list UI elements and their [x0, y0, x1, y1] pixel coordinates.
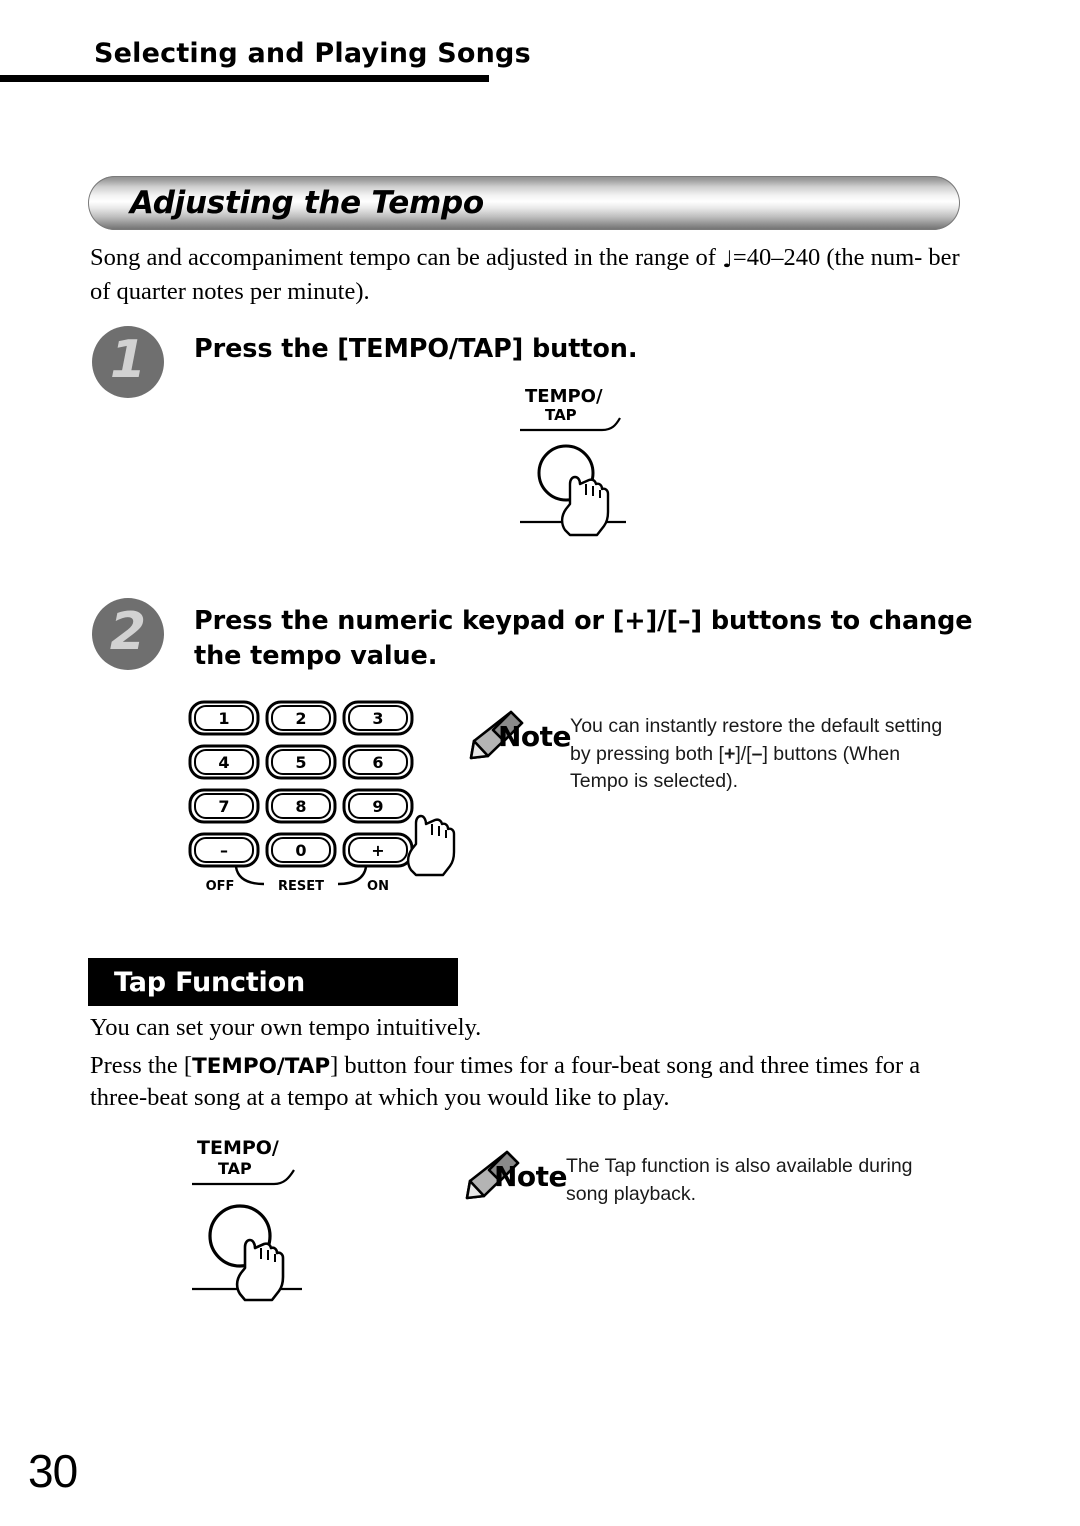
- keypad-key-7[interactable]: 7: [188, 788, 260, 824]
- tap-function-bar: Tap Function: [88, 958, 458, 1006]
- note-mark-2: Note: [462, 1150, 568, 1202]
- keypad-label-off: OFF: [206, 879, 235, 894]
- keypad-label-on: ON: [367, 879, 389, 894]
- tempo-label-line2: TAP: [545, 406, 577, 424]
- note-word-1: Note: [498, 720, 572, 753]
- page-number: 30: [28, 1445, 78, 1497]
- note-1-minus: –: [751, 742, 763, 765]
- tap-p2-part-b: ] button four times for a four-beat song…: [330, 1052, 921, 1079]
- note-2-line-2: playback.: [613, 1182, 697, 1205]
- tap-p2-line-2: three-beat song at a tempo at which you …: [90, 1084, 670, 1111]
- keypad-key-3[interactable]: 3: [342, 700, 414, 736]
- keypad-key-minus[interactable]: –: [188, 832, 260, 868]
- keypad-key-1[interactable]: 1: [188, 700, 260, 736]
- tempo-tap-panel-drawing: TEMPO/ TAP: [192, 1137, 302, 1302]
- keypad-key-6-label: 6: [372, 753, 383, 772]
- step-2: 2 Press the numeric keypad or [+]/[–] bu…: [92, 598, 973, 688]
- keypad-key-5-label: 5: [295, 753, 306, 772]
- intro-paragraph: Song and accompaniment tempo can be adju…: [90, 242, 960, 307]
- keypad-key-2-label: 2: [295, 709, 306, 728]
- tempo-label-line2: TAP: [218, 1159, 252, 1178]
- note-body-1: You can instantly restore the default se…: [570, 710, 962, 796]
- intro-text-part-1: Song and accompaniment tempo can be adju…: [90, 244, 723, 271]
- section-banner: Adjusting the Tempo: [88, 176, 960, 230]
- keypad-key-plus-label: +: [371, 841, 384, 860]
- note-1-line-2-b: ]/[: [735, 742, 752, 765]
- note-callout-1: Note You can instantly restore the defau…: [466, 710, 962, 796]
- step-1-number: 1: [109, 330, 147, 390]
- tempo-tap-panel-drawing: TEMPO/ TAP: [520, 386, 626, 537]
- quarter-note-icon: ♩: [722, 247, 733, 273]
- keypad-key-5[interactable]: 5: [265, 744, 337, 780]
- tap-p2-part-a: Press the [: [90, 1052, 193, 1079]
- keypad-key-minus-label: –: [220, 841, 228, 860]
- keypad-key-plus[interactable]: +: [342, 832, 414, 868]
- running-header: Selecting and Playing Songs: [0, 38, 531, 82]
- header-rule: [0, 75, 489, 82]
- numeric-keypad-illustration: 1 2 3 4 5 6 7 8 9 – 0 + OFF RESET ON: [186, 698, 456, 898]
- keypad-key-4[interactable]: 4: [188, 744, 260, 780]
- keypad-key-0[interactable]: 0: [265, 832, 337, 868]
- tempo-label-line1: TEMPO/: [525, 386, 603, 407]
- note-1-plus: +: [723, 742, 736, 765]
- keypad-drawing: 1 2 3 4 5 6 7 8 9 – 0 + OFF RESET ON: [188, 700, 456, 894]
- tempo-label-line1: TEMPO/: [197, 1137, 279, 1159]
- keypad-key-6[interactable]: 6: [342, 744, 414, 780]
- step-1-badge: 1: [92, 326, 164, 398]
- chapter-title: Selecting and Playing Songs: [94, 38, 531, 69]
- keypad-key-8[interactable]: 8: [265, 788, 337, 824]
- note-mark-1: Note: [466, 710, 572, 762]
- note-1-line-2-a: pressing both [: [596, 742, 724, 765]
- tap-function-title: Tap Function: [114, 966, 305, 998]
- step-2-badge: 2: [92, 598, 164, 670]
- note-word-2: Note: [494, 1160, 568, 1193]
- keypad-key-9-label: 9: [372, 797, 383, 816]
- keypad-label-reset: RESET: [278, 879, 324, 894]
- keypad-key-4-label: 4: [218, 753, 229, 772]
- keypad-key-2[interactable]: 2: [265, 700, 337, 736]
- step-1-heading: Press the [TEMPO/TAP] button.: [194, 334, 638, 364]
- tap-paragraph-1: You can set your own tempo intuitively.: [90, 1014, 482, 1041]
- step-2-number: 2: [109, 602, 147, 662]
- section-banner-title: Adjusting the Tempo: [130, 185, 484, 221]
- tempo-tap-illustration-tap-function: TEMPO/ TAP: [170, 1126, 330, 1311]
- reset-connector-left: [234, 866, 265, 886]
- keypad-key-7-label: 7: [218, 797, 229, 816]
- tap-paragraph-2: Press the [TEMPO/TAP] button four times …: [90, 1050, 970, 1113]
- keypad-key-1-label: 1: [218, 709, 229, 728]
- note-callout-2: Note The Tap function is also available …: [462, 1150, 958, 1208]
- reset-connector-right: [337, 866, 368, 886]
- keypad-key-8-label: 8: [295, 797, 306, 816]
- keypad-key-3-label: 3: [372, 709, 383, 728]
- keypad-key-0-label: 0: [295, 841, 306, 860]
- note-body-2: The Tap function is also available durin…: [566, 1150, 958, 1208]
- note-1-line-3: selected).: [653, 770, 738, 792]
- tap-p2-strong: TEMPO/TAP: [192, 1054, 331, 1079]
- step-2-heading: Press the numeric keypad or [+]/[–] butt…: [194, 606, 973, 671]
- keypad-key-9[interactable]: 9: [342, 788, 414, 824]
- intro-text-part-2: =40–240 (the num-: [732, 244, 923, 271]
- tempo-tap-illustration-step1: TEMPO/ TAP: [498, 380, 658, 540]
